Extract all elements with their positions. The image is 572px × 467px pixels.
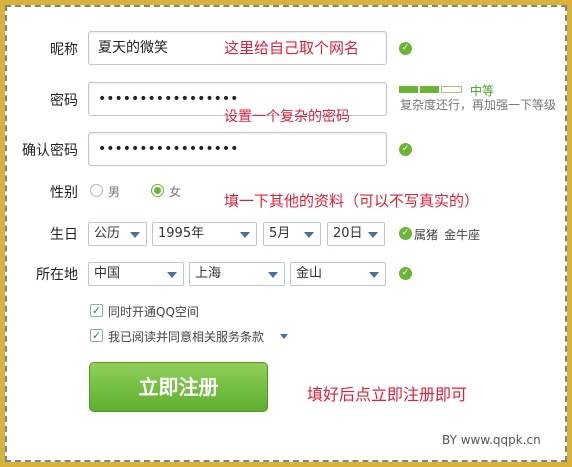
calendar-select-value: 公历 — [94, 226, 121, 241]
location-label: 所在地 — [36, 267, 78, 283]
gender-male-radio[interactable] — [90, 184, 103, 197]
confirm-password-label: 确认密码 — [22, 143, 78, 159]
chevron-down-icon — [240, 232, 250, 238]
gender-male-label: 男 — [108, 185, 121, 199]
chevron-down-icon — [304, 232, 314, 238]
nickname-annotation: 这里给自己取个网名 — [224, 39, 360, 57]
gender-label: 性别 — [50, 185, 78, 201]
register-button[interactable]: 立即注册 — [89, 362, 268, 412]
submit-annotation: 填好后点立即注册即可 — [307, 385, 468, 404]
confirm-valid-icon: ✓ — [399, 143, 412, 156]
password-strength-hint: 复杂度还行，再加强一下等级 — [400, 98, 557, 112]
constellation-text: 金牛座 — [444, 228, 481, 242]
chevron-down-icon — [369, 272, 379, 278]
nickname-valid-icon: ✓ — [399, 42, 412, 55]
day-select-value: 20日 — [333, 226, 363, 241]
password-label: 密码 — [50, 93, 78, 109]
zodiac-text: 属猪 — [414, 228, 439, 242]
agree-label: 我已阅读并同意相关服务条款 — [108, 330, 265, 344]
province-select[interactable]: 上海 — [189, 262, 285, 286]
province-select-value: 上海 — [195, 266, 222, 281]
profile-annotation: 填一下其他的资料（可以不写真实的） — [224, 192, 480, 210]
year-select[interactable]: 1995年 — [152, 222, 257, 246]
terms-expand-icon[interactable] — [280, 334, 288, 339]
watermark: BY www.qqpk.cn — [442, 433, 541, 447]
location-valid-icon: ✓ — [399, 267, 412, 280]
agree-checkbox[interactable]: ✓ — [90, 329, 103, 342]
city-select-value: 金山 — [296, 266, 323, 281]
chevron-down-icon — [167, 272, 177, 278]
country-select-value: 中国 — [94, 266, 121, 281]
password-annotation: 设置一个复杂的密码 — [224, 109, 350, 125]
country-select[interactable]: 中国 — [88, 262, 184, 286]
month-select[interactable]: 5月 — [263, 222, 321, 246]
qzone-checkbox[interactable]: ✓ — [90, 304, 103, 317]
qzone-label: 同时开通QQ空间 — [108, 305, 199, 319]
gender-female-radio[interactable] — [151, 184, 164, 197]
month-select-value: 5月 — [269, 226, 291, 241]
city-select[interactable]: 金山 — [290, 262, 386, 286]
day-select[interactable]: 20日 — [327, 222, 385, 246]
chevron-down-icon — [368, 232, 378, 238]
calendar-select[interactable]: 公历 — [88, 222, 147, 246]
year-select-value: 1995年 — [158, 226, 205, 241]
password-strength-meter — [399, 86, 463, 93]
nickname-label: 昵称 — [50, 42, 78, 58]
birthday-valid-icon: ✓ — [399, 227, 412, 240]
gender-female-label: 女 — [169, 185, 182, 199]
chevron-down-icon — [130, 232, 140, 238]
confirm-password-input[interactable]: ••••••••••••••••• — [88, 132, 387, 166]
birthday-label: 生日 — [50, 227, 78, 243]
chevron-down-icon — [268, 272, 278, 278]
